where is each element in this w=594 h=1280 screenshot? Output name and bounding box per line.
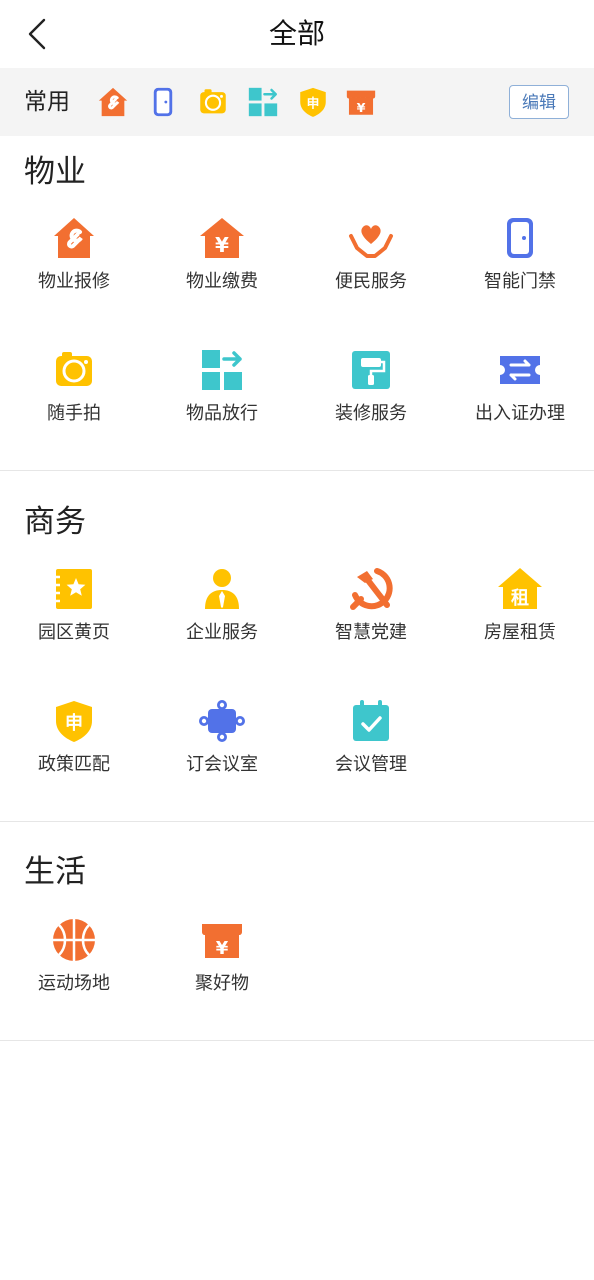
house-rent-icon: 租 [496,565,544,613]
fav-shield-apply[interactable]: 申 [296,85,330,119]
section-divider [0,1040,594,1041]
tile-goods-release[interactable]: 物品放行 [148,346,296,456]
shield-apply-icon: 申 [56,701,92,742]
section-divider [0,470,594,471]
tile-renovation[interactable]: 装修服务 [297,346,445,456]
fav-goods-release[interactable] [246,85,280,119]
section-title-property: 物业 [24,154,86,190]
tile-label: 园区黄页 [38,622,110,643]
pass-ticket-icon [496,346,544,394]
door-icon [507,218,533,258]
favorites-bar: 常用 申 ¥ [0,68,594,136]
basketball-icon [53,919,95,961]
header-bar: 全部 [0,0,594,68]
section-title-business: 商务 [24,504,86,540]
hammer-sickle-icon [350,568,393,610]
meeting-puzzle-icon [199,700,245,742]
tile-label: 便民服务 [335,271,407,292]
page-title: 全部 [268,17,325,50]
paint-roller-icon [347,346,395,394]
yellow-pages-icon [56,569,92,609]
svg-text:申: 申 [65,712,83,734]
tile-good-goods[interactable]: ¥ 聚好物 [148,916,296,1026]
tile-access-pass[interactable]: 出入证办理 [446,346,594,456]
yellow-pages-icon [50,565,98,613]
shield-apply-icon: 申 [50,697,98,745]
tile-sports-venue[interactable]: 运动场地 [0,916,148,1026]
tile-label: 装修服务 [335,403,407,424]
tile-label: 聚好物 [195,973,249,994]
tile-snapshot[interactable]: 随手拍 [0,346,148,456]
tile-convenience-service[interactable]: 便民服务 [297,214,445,324]
svg-text:¥: ¥ [216,938,229,959]
tile-label: 物业缴费 [186,271,258,292]
favorites-label: 常用 [24,89,70,115]
shop-yen-icon: ¥ [346,90,376,116]
camera-icon [56,352,92,386]
tile-house-rental[interactable]: 租房屋租赁 [446,565,594,675]
svg-text:申: 申 [307,96,320,112]
tile-property-fee[interactable]: ¥ 物业缴费 [148,214,296,324]
heart-hands-icon [349,225,393,258]
house-rent-icon: 租 [498,568,542,609]
goods-release-icon [248,87,278,117]
tile-label: 企业服务 [186,622,258,643]
house-wrench-icon [98,87,128,117]
tile-label: 房屋租赁 [484,622,556,643]
tile-enterprise-service[interactable]: 企业服务 [148,565,296,675]
tile-label: 会议管理 [335,754,407,775]
tile-property-repair[interactable]: 物业报修 [0,214,148,324]
house-wrench-icon [54,218,94,258]
goods-release-icon [198,346,246,394]
basketball-icon [50,916,98,964]
door-icon [496,214,544,262]
section-divider [0,821,594,822]
tile-label: 智能门禁 [484,271,556,292]
shield-apply-icon: 申 [300,87,326,117]
pass-ticket-icon [500,356,540,384]
edit-button[interactable]: 编辑 [509,85,569,119]
meeting-puzzle-icon [198,697,246,745]
fav-camera[interactable] [196,85,230,119]
fav-door[interactable] [146,85,180,119]
section-title-life: 生活 [24,854,86,890]
person-tie-icon [205,569,239,609]
shop-yen-icon: ¥ [198,916,246,964]
calendar-check-icon [347,697,395,745]
svg-text:租: 租 [511,587,529,609]
tile-label: 智慧党建 [335,622,407,643]
goods-release-icon [202,350,242,390]
tile-label: 物业报修 [38,271,110,292]
tile-yellow-pages[interactable]: 园区黄页 [0,565,148,675]
tile-label: 政策匹配 [38,754,110,775]
house-wrench-icon [50,214,98,262]
door-icon [153,87,173,117]
tile-party-building[interactable]: 智慧党建 [297,565,445,675]
tile-smart-access[interactable]: 智能门禁 [446,214,594,324]
tile-policy-match[interactable]: 申政策匹配 [0,697,148,807]
house-yen-icon: ¥ [198,214,246,262]
fav-house-wrench[interactable] [96,85,130,119]
tile-meeting-management[interactable]: 会议管理 [297,697,445,807]
tile-label: 物品放行 [186,403,258,424]
heart-hands-icon [347,214,395,262]
hammer-sickle-icon [347,565,395,613]
house-yen-icon: ¥ [200,218,244,258]
shop-yen-icon: ¥ [202,924,242,959]
svg-text:¥: ¥ [357,101,366,116]
tile-label: 出入证办理 [475,403,565,424]
tile-label: 运动场地 [38,973,110,994]
tile-label: 随手拍 [47,403,101,424]
svg-text:¥: ¥ [215,233,229,257]
tile-book-meeting-room[interactable]: 订会议室 [148,697,296,807]
camera-icon [200,89,226,114]
person-tie-icon [198,565,246,613]
paint-roller-icon [352,351,390,389]
calendar-check-icon [353,700,389,741]
tile-label: 订会议室 [186,754,258,775]
fav-shop-yen[interactable]: ¥ [344,85,378,119]
camera-icon [50,346,98,394]
